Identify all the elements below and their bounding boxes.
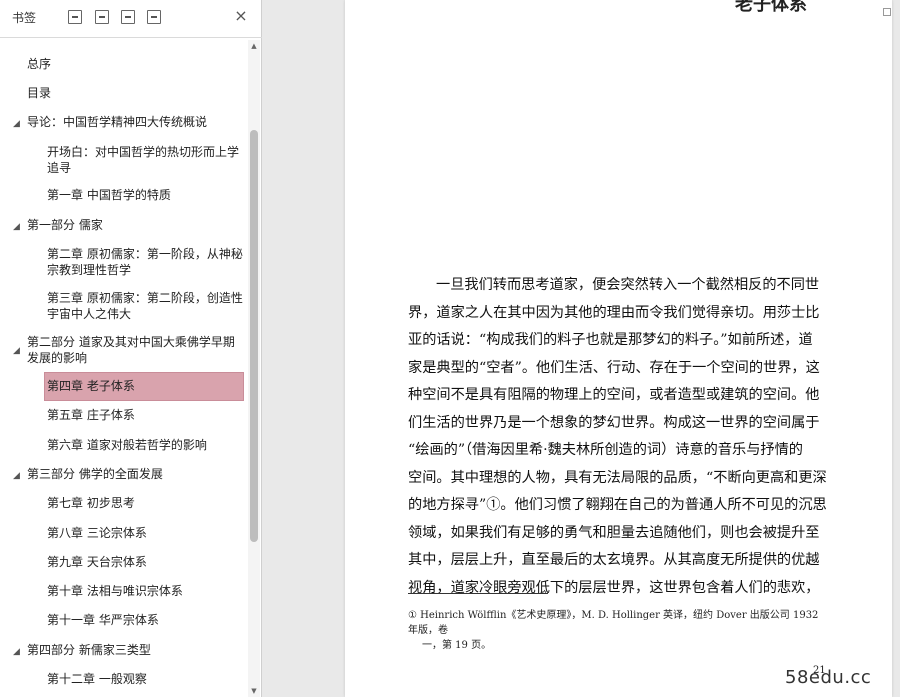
text-line: 种空间不是具有阻隔的物理上的空间，或者造型或建筑的空间。他 xyxy=(408,387,820,403)
panel-title: 书签 xyxy=(12,11,37,25)
bookmark-tree: 总序 目录 ◢ 导论：中国哲学精神四大传统概说 开场白：对中国哲学的热切形而上学… xyxy=(0,40,248,697)
expand-all-icon[interactable] xyxy=(68,10,82,24)
text-line: 一旦我们转而思考道家，便会突然转入一个截然相反的不同世 xyxy=(436,277,820,293)
expand-icon[interactable]: ◢ xyxy=(13,644,20,660)
page-corner-icon xyxy=(883,8,891,16)
text-line: 空间。其中理想的人物，具有无法局限的品质，“不断向更高和更深 xyxy=(408,469,827,486)
expand-icon[interactable]: ◢ xyxy=(13,468,20,484)
expand-icon[interactable]: ◢ xyxy=(13,116,20,132)
text-line: 的地方探寻”①。他们习惯了翱翔在自己的为普通人所不可见的沉思 xyxy=(408,497,827,513)
tree-item-label: 第六章 道家对般若哲学的影响 xyxy=(47,438,207,452)
scroll-down-icon[interactable]: ▼ xyxy=(250,687,258,695)
text-line: 家是典型的“空者”。他们生活、行动、存在于一个空间的世界，这 xyxy=(408,359,820,376)
tree-item-label: 第十一章 华严宗体系 xyxy=(47,613,159,627)
running-header: 老子体系 xyxy=(735,0,807,15)
text-line: 亚的话说：“构成我们的料子也就是那梦幻的料子。”如前所述，道 xyxy=(408,332,813,348)
tree-item-label: 第五章 庄子体系 xyxy=(47,408,135,422)
tree-item-label-cont: 发展的影响 xyxy=(27,351,88,365)
tree-item-label: 第九章 天台宗体系 xyxy=(47,555,147,569)
watermark: 58edu.cc xyxy=(785,667,872,688)
scroll-thumb[interactable] xyxy=(250,130,258,542)
footnote-rule xyxy=(408,593,548,594)
tree-item-label-cont: 宗教到理性哲学 xyxy=(47,263,132,277)
tree-item-label: 第四章 老子体系 xyxy=(47,379,135,393)
expand-icon[interactable]: ◢ xyxy=(13,343,20,359)
bookmark-icon[interactable] xyxy=(147,10,161,24)
text-line: “绘画的”（借海因里希·魏夫林所创造的词）诗意的音乐与抒情的 xyxy=(408,442,803,458)
tree-item-label: 第四部分 新儒家三类型 xyxy=(27,643,151,657)
text-line: 们生活的世界乃是一个想象的梦幻世界。构成这一世界的空间属于 xyxy=(408,414,820,431)
tree-item-label: 第一部分 儒家 xyxy=(27,218,103,232)
tree-item-label: 第十二章 一般观察 xyxy=(47,672,147,686)
text-line: 界，道家之人在其中因为其他的理由而令我们觉得亲切。用莎士比 xyxy=(408,304,820,321)
bookmarks-header: 书签 × xyxy=(0,0,262,38)
tree-item-label: 第八章 三论宗体系 xyxy=(47,526,147,540)
tree-item-label: 第一章 中国哲学的特质 xyxy=(47,188,171,202)
tree-item-label-cont: 追寻 xyxy=(47,161,72,175)
document-page: 老子体系 一旦我们转而思考道家，便会突然转入一个截然相反的不同世 界，道家之人在… xyxy=(345,0,892,697)
tree-item-label: 目录 xyxy=(27,86,52,100)
footnote-line: 一，第 19 页。 xyxy=(422,640,492,651)
add-bookmark-icon[interactable] xyxy=(121,10,135,24)
tree-item-label: 第七章 初步思考 xyxy=(47,496,135,510)
expand-icon[interactable]: ◢ xyxy=(13,219,20,235)
close-icon[interactable]: × xyxy=(232,6,250,26)
text-line: 其中，层层上升，直至最后的太玄境界。从其高度无所提供的优越 xyxy=(408,552,820,568)
tree-item-label: 第二部分 道家及其对中国大乘佛学早期 xyxy=(27,335,235,349)
tree-item-label: 导论：中国哲学精神四大传统概说 xyxy=(27,115,208,129)
scroll-up-icon[interactable]: ▲ xyxy=(250,42,258,50)
tree-item-label: 开场白：对中国哲学的热切形而上学 xyxy=(47,145,240,159)
collapse-all-icon[interactable] xyxy=(95,10,109,24)
tree-item-label: 总序 xyxy=(27,57,52,71)
tree-item-label: 第二章 原初儒家：第一阶段，从神秘 xyxy=(47,247,243,261)
tree-item-label: 第三章 原初儒家：第二阶段，创造性 xyxy=(47,291,243,305)
text-line: 视角，道家冷眼旁观低下的层层世界，这世界包含着人们的悲欢， xyxy=(408,579,820,596)
scrollbar[interactable]: ▲ ▼ xyxy=(248,40,260,697)
tree-item-label: 第三部分 佛学的全面发展 xyxy=(27,467,163,481)
bookmarks-panel: 书签 × 总序 目录 ◢ 导论：中国哲学精神四大传统概说 开场白：对中国哲学的热… xyxy=(0,0,262,697)
tree-item-label: 第十章 法相与唯识宗体系 xyxy=(47,584,183,598)
footnote-line: ① Heinrich Wölfflin《艺术史原理》，M. D. Holling… xyxy=(408,610,819,636)
text-line: 领域，如果我们有足够的勇气和胆量去追随他们，则也会被提升至 xyxy=(408,524,820,541)
body-text: 一旦我们转而思考道家，便会突然转入一个截然相反的不同世 界，道家之人在其中因为其… xyxy=(408,272,827,602)
footnote: ① Heinrich Wölfflin《艺术史原理》，M. D. Holling… xyxy=(408,608,828,653)
tree-item-label-cont: 宇宙中人之伟大 xyxy=(47,307,132,321)
